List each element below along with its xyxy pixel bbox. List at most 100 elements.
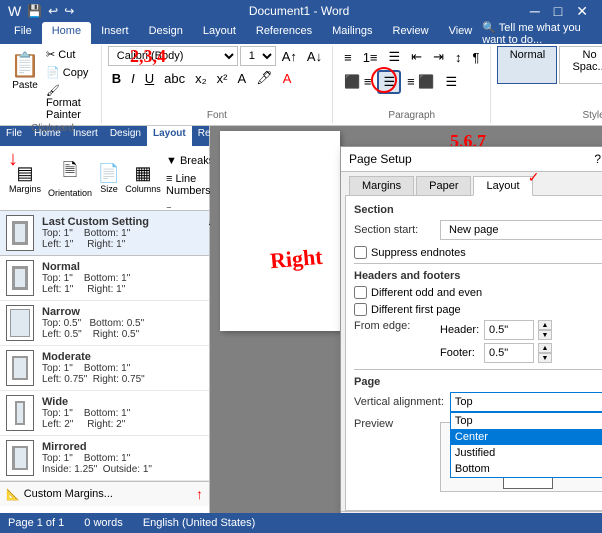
font-size-select[interactable]: 11 [240,46,276,66]
headers-footers-section: Headers and footers Different odd and ev… [354,263,602,363]
paste-button[interactable]: 📋 Paste [10,46,40,94]
margin-item-wide[interactable]: Wide Top: 1" Bottom: 1" Left: 2" Right: … [0,391,209,436]
margin-name-mirrored: Mirrored [42,441,152,453]
dropdown-selected-value[interactable]: Top ▼ [450,392,602,412]
footer-input[interactable] [484,343,534,363]
dropdown-item-center[interactable]: Center [451,429,602,445]
highlight-button[interactable]: 🖊 [252,68,277,88]
suppress-endnotes-checkbox[interactable] [354,246,367,259]
page-section: Page Vertical alignment: Top ▼ Top [354,369,602,412]
font-shrink-button[interactable]: A↓ [303,47,326,66]
italic-button[interactable]: I [127,69,139,88]
close-button[interactable]: ✕ [570,3,594,20]
tab-view[interactable]: View [439,22,483,44]
header-input[interactable] [484,320,534,340]
bullets-button[interactable]: ≡ [339,46,357,68]
dropdown-item-bottom[interactable]: Bottom [451,461,602,477]
dialog-tab-margins[interactable]: Margins [349,176,414,195]
custom-margins-button[interactable]: 📐 Custom Margins... ↑ [0,481,209,506]
tab-file[interactable]: File [4,22,42,44]
tab-insert[interactable]: Insert [91,22,139,44]
diff-first-page-checkbox[interactable] [354,303,367,316]
dialog-content: Section Section start: New page Suppress… [345,195,602,511]
orientation-button[interactable]: 🗎 Orientation [50,155,90,201]
text-effects-button[interactable]: A [234,69,251,88]
quick-undo[interactable]: ↩ [48,4,58,18]
underline-button[interactable]: U [141,69,158,88]
header-spin-down[interactable]: ▼ [538,330,552,340]
orientation-icon: 🗎 [63,158,77,188]
diff-odd-even-label: Different odd and even [371,287,482,299]
tab-mailings[interactable]: Mailings [322,22,382,44]
margin-top-lastcustom: Top: 1" Bottom: 1" [42,228,149,239]
size-button[interactable]: 📄 Size [94,160,124,197]
margins-button[interactable]: ▤ Margins [4,160,46,197]
footer-spin-down[interactable]: ▼ [538,353,552,363]
mini-tab-design[interactable]: Design [104,126,147,146]
paragraph-label: Paragraph [388,110,435,123]
format-painter-button[interactable]: 🖌 Format Painter [42,82,95,123]
mini-tab-file[interactable]: File [0,126,28,146]
align-right-button[interactable]: ≡ ⬛ [402,70,439,94]
multilevel-button[interactable]: ☰ [384,46,406,68]
cut-button[interactable]: ✂ Cut [42,46,95,63]
mini-tab-layout[interactable]: Layout [147,126,192,146]
dialog-help-button[interactable]: ? [594,151,601,167]
minimize-button[interactable]: ─ [524,3,546,20]
dialog-title-text: Page Setup [349,152,412,166]
columns-button[interactable]: ▦ Columns [128,160,158,197]
style-normal[interactable]: Normal [497,46,557,84]
align-left-button[interactable]: ⬛ ≡ [339,70,376,94]
increase-indent-button[interactable]: ⇥ [428,46,449,68]
font-color-button[interactable]: A [279,69,296,88]
margin-top-normal: Top: 1" Bottom: 1" [42,273,130,284]
tab-design[interactable]: Design [139,22,193,44]
header-spin-up[interactable]: ▲ [538,320,552,330]
section-start-select[interactable]: New page [440,220,602,240]
vertical-alignment-dropdown[interactable]: Top ▼ Top Center Justified Bottom [450,392,602,412]
maximize-button[interactable]: □ [548,3,568,20]
diff-odd-even-checkbox[interactable] [354,286,367,299]
dialog-tab-layout[interactable]: Layout ✓ [473,176,532,196]
margin-top-moderate: Top: 1" Bottom: 1" [42,363,145,374]
quick-redo[interactable]: ↪ [64,4,74,18]
footer-spin-up[interactable]: ▲ [538,343,552,353]
paragraph-content: ≡ 1≡ ☰ ⇤ ⇥ ↕ ¶ ⬛ ≡ ☰ ≡ ⬛ ☰ [339,46,484,110]
quick-save[interactable]: 💾 [27,4,42,18]
strikethrough-button[interactable]: abc [160,69,189,88]
style-no-spacing[interactable]: No Spac... [559,46,602,84]
show-hide-button[interactable]: ¶ [467,46,484,68]
tell-me-box[interactable]: 🔍 Tell me what you want to do... [482,22,598,44]
margin-item-moderate[interactable]: Moderate Top: 1" Bottom: 1" Left: 0.75" … [0,346,209,391]
font-grow-button[interactable]: A↑ [278,47,301,66]
margins-icon: ▤ [17,163,34,184]
numbering-button[interactable]: 1≡ [358,46,383,68]
font-label: Font [207,110,227,123]
margin-icon-inner-wide [15,401,25,425]
margin-item-narrow[interactable]: Narrow Top: 0.5" Bottom: 0.5" Left: 0.5"… [0,301,209,346]
bold-button[interactable]: B [108,69,125,88]
tab-review[interactable]: Review [383,22,439,44]
subscript-button[interactable]: x₂ [191,69,211,88]
size-label: Size [100,184,118,194]
margin-item-normal[interactable]: Normal Top: 1" Bottom: 1" Left: 1" Right… [0,256,209,301]
copy-button[interactable]: 📄 Copy [42,64,95,81]
dialog-tab-paper[interactable]: Paper [416,176,471,195]
dropdown-item-top[interactable]: Top [451,413,602,429]
align-center-button[interactable]: ☰ [377,70,401,94]
paragraph-group: ≡ 1≡ ☰ ⇤ ⇥ ↕ ¶ ⬛ ≡ ☰ ≡ ⬛ ☰ [333,46,491,123]
tab-home[interactable]: Home [42,22,91,44]
from-edge-row: From edge: Header: ▲ ▼ [354,320,602,363]
superscript-button[interactable]: x² [213,69,232,88]
margin-item-lastcustom[interactable]: Last Custom Setting Top: 1" Bottom: 1" L… [0,211,209,256]
dropdown-item-justified[interactable]: Justified [451,445,602,461]
align-justify-button[interactable]: ☰ [441,70,463,94]
suppress-endnotes-label: Suppress endnotes [371,247,466,259]
tab-layout[interactable]: Layout [193,22,246,44]
font-name-select[interactable]: Calibri (Body) [108,46,238,66]
page-count: Page 1 of 1 [8,517,64,529]
sort-button[interactable]: ↕ [450,46,467,68]
decrease-indent-button[interactable]: ⇤ [406,46,427,68]
tab-references[interactable]: References [246,22,322,44]
margin-item-mirrored[interactable]: Mirrored Top: 1" Bottom: 1" Inside: 1.25… [0,436,209,481]
